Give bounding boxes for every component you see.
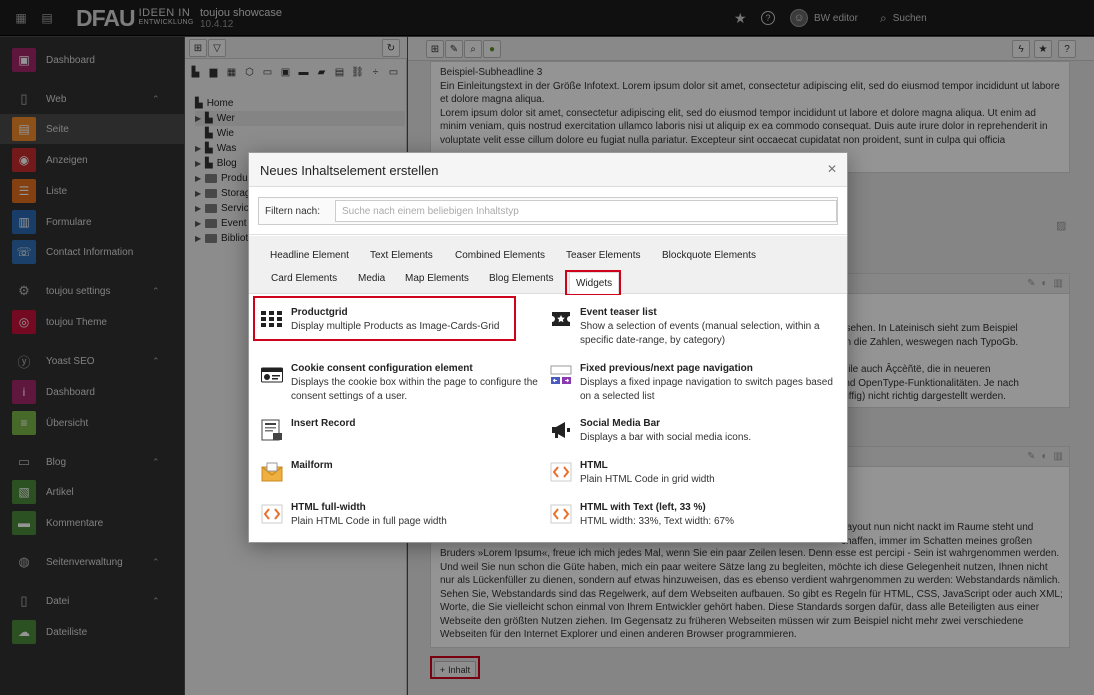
wizard-item-title: Mailform xyxy=(291,460,333,471)
modal-title: Neues Inhaltselement erstellen xyxy=(260,163,439,178)
mailform-icon xyxy=(260,460,284,484)
content-type-tabs: Headline Element Text Elements Combined … xyxy=(249,236,847,294)
filter-row: Filtern nach: xyxy=(249,187,847,235)
wizard-item-html[interactable]: HTML Plain HTML Code in grid width xyxy=(549,460,839,504)
wizard-item-social-media-bar[interactable]: Social Media Bar Displays a bar with soc… xyxy=(549,418,839,462)
tab-card-elements[interactable]: Card Elements xyxy=(271,268,337,288)
close-button[interactable]: ✕ xyxy=(825,162,839,176)
tab-label: Media xyxy=(358,272,386,284)
wizard-item-description: Plain HTML Code in full page width xyxy=(291,516,447,527)
tab-label: Blockquote Elements xyxy=(662,249,756,261)
wizard-item-html-full-width[interactable]: HTML full-width Plain HTML Code in full … xyxy=(260,502,550,542)
wizard-item-title: Cookie consent configuration element xyxy=(291,363,473,374)
wizard-item-description: Plain HTML Code in grid width xyxy=(580,474,715,485)
wizard-item-fixed-page-navigation[interactable]: Fixed previous/next page navigation Disp… xyxy=(549,363,839,407)
wizard-item-description: HTML width: 33%, Text width: 67% xyxy=(580,516,734,527)
wizard-item-description: Show a selection of events (manual selec… xyxy=(580,321,820,346)
highlight-productgrid xyxy=(253,296,516,341)
tab-headline-element[interactable]: Headline Element xyxy=(270,245,349,265)
wizard-item-html-with-text[interactable]: HTML with Text (left, 33 %) HTML width: … xyxy=(549,502,839,542)
wizard-item-description: Displays a fixed inpage navigation to sw… xyxy=(580,377,833,402)
wizard-item-description: Displays the cookie box within the page … xyxy=(291,377,538,402)
megaphone-icon xyxy=(549,418,573,442)
tab-media[interactable]: Media xyxy=(358,268,385,288)
tab-label: Headline Element xyxy=(270,249,349,261)
wizard-item-description: Displays a bar with social media icons. xyxy=(580,432,752,443)
wizard-item-title: Insert Record xyxy=(291,418,356,429)
wizard-item-mailform[interactable]: Mailform xyxy=(260,460,550,504)
highlight-widgets-tab xyxy=(565,270,621,296)
tab-map-elements[interactable]: Map Elements xyxy=(405,268,469,288)
wizard-item-insert-record[interactable]: Insert Record xyxy=(260,418,550,462)
tab-blockquote-elements[interactable]: Blockquote Elements xyxy=(662,245,756,265)
new-content-element-modal: Neues Inhaltselement erstellen ✕ Filtern… xyxy=(248,152,848,543)
wizard-item-title: Fixed previous/next page navigation xyxy=(580,363,753,374)
wizard-item-event-teaser-list[interactable]: Event teaser list Show a selection of ev… xyxy=(549,307,839,351)
tab-label: Blog Elements xyxy=(489,272,554,284)
tab-label: Teaser Elements xyxy=(566,249,641,261)
filter-input[interactable] xyxy=(335,200,837,222)
modal-header: Neues Inhaltselement erstellen ✕ xyxy=(249,153,847,187)
cookie-consent-icon xyxy=(260,363,284,387)
wizard-item-cookie-consent[interactable]: Cookie consent configuration element Dis… xyxy=(260,363,550,407)
tab-label: Map Elements xyxy=(405,272,469,284)
tab-label: Combined Elements xyxy=(455,249,546,261)
wizard-item-title: Social Media Bar xyxy=(580,418,661,429)
wizard-item-title: Event teaser list xyxy=(580,307,657,318)
filter-box: Filtern nach: xyxy=(258,197,838,225)
close-icon: ✕ xyxy=(826,162,838,176)
tab-combined-elements[interactable]: Combined Elements xyxy=(455,245,545,265)
filter-label: Filtern nach: xyxy=(265,206,321,217)
tab-blog-elements[interactable]: Blog Elements xyxy=(489,268,553,288)
ticket-icon xyxy=(549,307,573,331)
tab-label: Text Elements xyxy=(370,249,433,261)
wizard-item-title: HTML with Text (left, 33 %) xyxy=(580,502,706,513)
html-icon xyxy=(260,502,284,526)
wizard-item-title: HTML full-width xyxy=(291,502,366,513)
tab-teaser-elements[interactable]: Teaser Elements xyxy=(566,245,640,265)
page-navigation-icon xyxy=(549,363,573,387)
tab-label: Card Elements xyxy=(271,272,338,284)
wizard-item-title: HTML xyxy=(580,460,608,471)
html-icon xyxy=(549,460,573,484)
insert-record-icon xyxy=(260,418,284,442)
html-icon xyxy=(549,502,573,526)
tab-text-elements[interactable]: Text Elements xyxy=(370,245,433,265)
